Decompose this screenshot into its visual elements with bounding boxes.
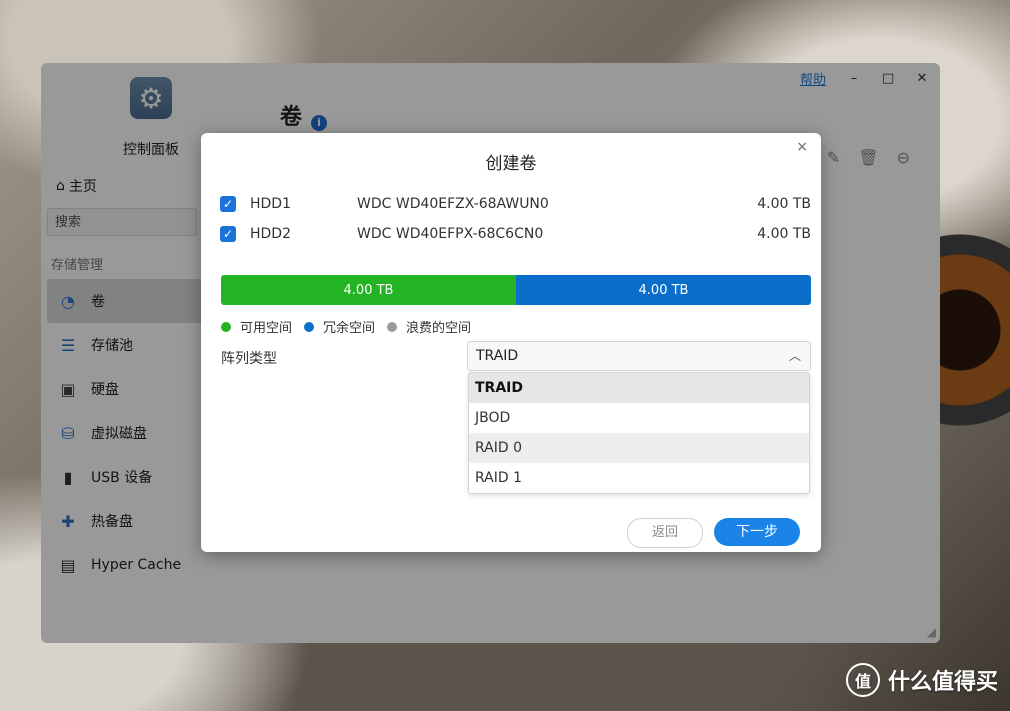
- option-jbod[interactable]: JBOD: [469, 403, 809, 433]
- usable-space-segment: 4.00 TB: [221, 275, 516, 305]
- watermark: 值 什么值得买: [845, 663, 998, 697]
- dialog-title: 创建卷: [485, 154, 537, 174]
- chevron-up-icon: ︿: [788, 349, 801, 363]
- array-type-value: TRAID: [476, 348, 519, 364]
- disk-checkbox[interactable]: ✓: [220, 226, 236, 242]
- array-type-dropdown: TRAID JBOD RAID 0 RAID 1: [468, 372, 810, 494]
- array-type-label: 阵列类型: [221, 351, 277, 367]
- array-type-select[interactable]: TRAID ︿: [467, 341, 811, 371]
- legend-label: 可用空间: [240, 321, 293, 336]
- create-volume-dialog: 创建卷 × ✓ HDD1 WDC WD40EFZX-68AWUN0 4.00 T…: [201, 133, 821, 552]
- resize-grip-icon[interactable]: ◢: [927, 625, 936, 639]
- next-button[interactable]: 下一步: [714, 518, 800, 546]
- legend-dot-wasted: [387, 321, 398, 332]
- disk-model: WDC WD40EFPX-68C6CN0: [357, 226, 544, 242]
- legend-dot-usable: [221, 321, 231, 332]
- legend-item: 浪费的空间: [387, 317, 471, 336]
- legend-label: 浪费的空间: [406, 321, 472, 336]
- legend-item: 冗余空间: [304, 317, 375, 336]
- option-raid0[interactable]: RAID 0: [469, 433, 809, 463]
- legend-item: 可用空间: [221, 317, 292, 336]
- back-button[interactable]: 返回: [627, 518, 703, 548]
- disk-name: HDD1: [250, 196, 291, 212]
- legend-label: 冗余空间: [323, 321, 376, 336]
- disk-checkbox[interactable]: ✓: [220, 196, 236, 212]
- option-traid[interactable]: TRAID: [469, 373, 809, 403]
- redundant-space-segment: 4.00 TB: [516, 275, 811, 305]
- disk-row: ✓ HDD1 WDC WD40EFZX-68AWUN0 4.00 TB: [220, 193, 811, 215]
- capacity-legend: 可用空间 冗余空间 浪费的空间: [221, 317, 483, 336]
- watermark-logo: 值: [845, 663, 880, 697]
- disk-size: 4.00 TB: [757, 196, 811, 212]
- disk-model: WDC WD40EFZX-68AWUN0: [357, 196, 549, 212]
- option-raid1[interactable]: RAID 1: [469, 463, 809, 493]
- capacity-bar: 4.00 TB 4.00 TB: [221, 275, 811, 305]
- legend-dot-redundant: [304, 321, 315, 332]
- disk-row: ✓ HDD2 WDC WD40EFPX-68C6CN0 4.00 TB: [220, 223, 811, 245]
- disk-name: HDD2: [250, 226, 291, 242]
- watermark-text: 什么值得买: [887, 670, 998, 695]
- disk-size: 4.00 TB: [757, 226, 811, 242]
- close-icon[interactable]: ×: [796, 139, 808, 155]
